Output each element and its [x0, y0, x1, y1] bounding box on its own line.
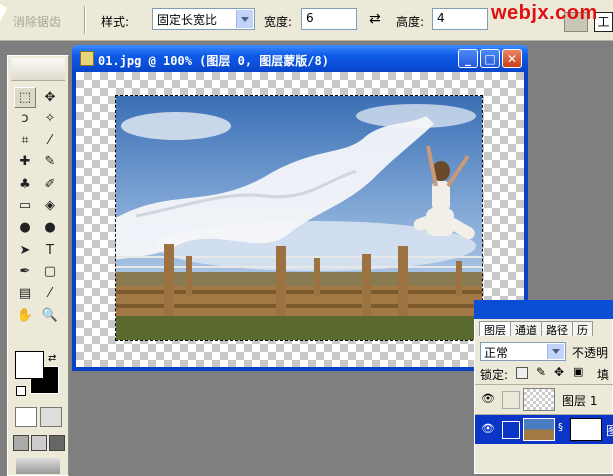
- height-input-value: 4: [437, 11, 445, 25]
- jpg-file-icon: [80, 51, 94, 66]
- hand-icon[interactable]: ✋: [14, 305, 36, 326]
- foreground-color-swatch[interactable]: [15, 351, 44, 379]
- default-colors-icon[interactable]: [16, 386, 26, 396]
- screen-mode-standard-icon[interactable]: [13, 435, 29, 451]
- maximize-button[interactable]: □: [480, 49, 500, 68]
- lock-label: 锁定:: [480, 368, 509, 382]
- layer-mask-thumbnail[interactable]: [570, 418, 602, 441]
- anti-alias-checkbox-label[interactable]: 消除锯齿: [13, 13, 61, 30]
- screen-mode-full-icon[interactable]: [49, 435, 65, 451]
- type-icon[interactable]: T: [39, 240, 61, 261]
- shape-icon[interactable]: ▢: [39, 261, 61, 282]
- jump-to-imageready-icon[interactable]: [16, 458, 60, 474]
- swap-colors-icon[interactable]: ⇄: [48, 353, 56, 364]
- crop-icon[interactable]: ⌗: [14, 130, 36, 151]
- eyedropper-icon[interactable]: ⁄: [39, 283, 61, 304]
- lock-all-icon[interactable]: ▣: [573, 365, 583, 378]
- lock-paint-icon[interactable]: ✎: [536, 365, 546, 379]
- move-icon[interactable]: ✥: [39, 87, 61, 108]
- magic-wand-icon[interactable]: ✧: [39, 108, 61, 129]
- document-title: 01.jpg @ 100% (图层 0, 图层蒙版/8): [98, 54, 329, 68]
- workspace-button-label: 工: [597, 15, 610, 29]
- photo-canvas[interactable]: [115, 95, 483, 341]
- bucket-icon[interactable]: ◈: [39, 195, 61, 216]
- style-label: 样式:: [101, 15, 130, 29]
- layers-panel: 图层 通道 路径 历 正常 不透明 锁定: ✎ ✥ ▣ 填 👁 图层 1 👁 §…: [474, 300, 613, 474]
- link-slot[interactable]: [502, 391, 520, 409]
- notes-icon[interactable]: ▤: [14, 283, 36, 304]
- layer-row[interactable]: 👁 图层 1: [475, 384, 613, 414]
- chain-link-icon[interactable]: §: [558, 422, 563, 433]
- lock-transparency-icon[interactable]: [516, 367, 528, 379]
- layers-panel-tabs: 图层 通道 路径 历: [479, 321, 593, 337]
- dodge-icon[interactable]: ●: [39, 217, 61, 238]
- blur-icon[interactable]: ●: [14, 217, 36, 238]
- quick-mask-icon[interactable]: [40, 407, 62, 427]
- standard-mode-icon[interactable]: [15, 407, 37, 427]
- document-window: 01.jpg @ 100% (图层 0, 图层蒙版/8) _ □ ✕: [72, 45, 528, 371]
- style-dropdown-value: 固定长宽比: [157, 13, 218, 27]
- swap-dimensions-icon[interactable]: ⇄: [369, 11, 381, 27]
- width-input[interactable]: 6: [301, 8, 357, 30]
- feather-logo-icon[interactable]: [11, 58, 65, 81]
- width-label: 宽度:: [264, 15, 293, 29]
- tab-history[interactable]: 历: [572, 321, 593, 337]
- eraser-icon[interactable]: ▭: [14, 195, 36, 216]
- opacity-label: 不透明: [572, 346, 609, 360]
- cursor-arrow-icon: [0, 4, 7, 22]
- canvas-transparent-area[interactable]: [76, 72, 524, 367]
- layer-mask-indicator-icon[interactable]: [502, 421, 520, 439]
- screen-mode-full-menu-icon[interactable]: [31, 435, 47, 451]
- lock-position-icon[interactable]: ✥: [554, 365, 564, 379]
- chevron-down-icon: [236, 10, 253, 28]
- layer-row[interactable]: 👁 § 图: [475, 414, 613, 444]
- divider: [84, 6, 86, 34]
- fill-label: 填: [597, 368, 610, 382]
- eye-icon[interactable]: 👁: [481, 392, 495, 406]
- zoom-icon[interactable]: 🔍: [39, 305, 61, 326]
- stamp-icon[interactable]: ♣: [14, 174, 36, 195]
- brush-icon[interactable]: ✎: [39, 151, 61, 172]
- blend-mode-value: 正常: [484, 346, 509, 360]
- photo-image: [116, 96, 482, 340]
- layers-panel-titlebar[interactable]: [474, 300, 613, 319]
- healing-icon[interactable]: ✚: [14, 151, 36, 172]
- options-bar: 消除锯齿 样式: 固定长宽比 宽度: 6 ⇄ 高度: 4 工 webjx.com: [0, 0, 613, 41]
- tab-channels[interactable]: 通道: [510, 321, 542, 337]
- eye-icon[interactable]: 👁: [481, 422, 495, 436]
- marquee-icon[interactable]: ⬚: [14, 87, 36, 108]
- close-button[interactable]: ✕: [502, 49, 522, 68]
- blend-mode-dropdown[interactable]: 正常: [480, 342, 566, 361]
- layer-name: 图: [606, 424, 613, 438]
- tab-paths[interactable]: 路径: [541, 321, 573, 337]
- history-brush-icon[interactable]: ✐: [39, 174, 61, 195]
- height-label: 高度:: [396, 15, 425, 29]
- path-select-icon[interactable]: ➤: [14, 240, 36, 261]
- layer-thumbnail: [523, 418, 555, 441]
- chevron-down-icon: [547, 344, 564, 359]
- toolbox: ⬚ ✥ ↄ ✧ ⌗ ⁄ ✚ ✎ ♣ ✐ ▭ ◈ ● ● ➤ T ✒ ▢ ▤ ⁄ ✋ 🔍 ⇄: [7, 55, 69, 476]
- pen-icon[interactable]: ✒: [14, 261, 36, 282]
- layer-thumbnail: [523, 388, 555, 411]
- document-titlebar[interactable]: 01.jpg @ 100% (图层 0, 图层蒙版/8) _ □ ✕: [72, 45, 528, 72]
- layer-name: 图层 1: [562, 394, 598, 408]
- height-input[interactable]: 4: [432, 8, 488, 30]
- watermark-logo: webjx.com: [491, 2, 598, 24]
- style-dropdown[interactable]: 固定长宽比: [152, 8, 255, 30]
- slice-icon[interactable]: ⁄: [39, 130, 61, 151]
- width-input-value: 6: [306, 11, 314, 25]
- minimize-button[interactable]: _: [458, 49, 478, 68]
- lasso-icon[interactable]: ↄ: [14, 108, 36, 129]
- tab-layers[interactable]: 图层: [479, 321, 511, 337]
